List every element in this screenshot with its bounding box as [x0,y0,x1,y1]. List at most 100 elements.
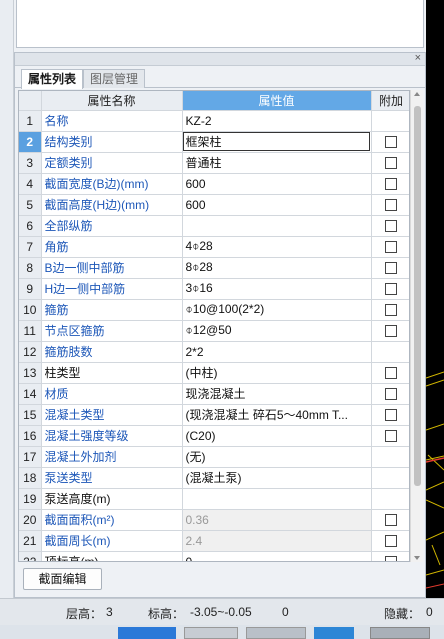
property-value[interactable]: ⌽10@100(2*2) [182,299,372,321]
scroll-down-icon[interactable] [414,556,420,560]
taskbar-app-icon[interactable] [246,627,306,639]
table-row[interactable]: 12 箍筋肢数 2*2 [19,341,409,363]
attach-checkbox[interactable] [385,157,397,170]
attach-checkbox[interactable] [385,409,397,422]
attach-checkbox[interactable] [385,388,397,401]
property-value[interactable] [182,488,372,510]
table-row[interactable]: 11 节点区箍筋 ⌽12@50 [19,320,409,342]
property-value[interactable]: 2.4 [182,530,372,552]
taskbar-app-icon[interactable] [184,627,238,639]
property-value[interactable]: KZ-2 [182,110,372,132]
row-number: 7 [19,236,42,258]
property-name: 混凝土强度等级 [41,425,183,447]
attach-checkbox[interactable] [385,367,397,380]
property-value[interactable]: 3⌽16 [182,278,372,300]
property-value[interactable]: (混凝土泵) [182,467,372,489]
taskbar-app-icon[interactable] [370,627,430,639]
property-value[interactable]: 2*2 [182,341,372,363]
property-value[interactable]: 600 [182,194,372,216]
table-row[interactable]: 9 H边一侧中部筋 3⌽16 [19,278,409,300]
attach-checkbox[interactable] [385,220,397,233]
property-value[interactable]: 普通柱 [182,152,372,174]
attach-checkbox[interactable] [385,325,397,338]
attach-checkbox[interactable] [385,178,397,191]
table-row[interactable]: 18 泵送类型 (混凝土泵) [19,467,409,489]
attach-checkbox[interactable] [385,136,397,149]
property-value[interactable]: 现浇混凝土 [182,383,372,405]
property-name: 混凝土类型 [41,404,183,426]
table-row[interactable]: 21 截面周长(m) 2.4 [19,530,409,552]
scroll-up-icon[interactable] [414,92,420,96]
property-value[interactable]: 0.36 [182,509,372,531]
table-row[interactable]: 10 箍筋 ⌽10@100(2*2) [19,299,409,321]
row-number: 9 [19,278,42,300]
attach-cell [371,278,409,300]
row-number: 22 [19,551,42,561]
property-name: 全部纵筋 [41,215,183,237]
name-column-header[interactable]: 属性名称 [41,91,183,111]
property-name: 泵送高度(m) [41,488,183,510]
taskbar-app-icon[interactable] [314,627,354,639]
table-row[interactable]: 14 材质 现浇混凝土 [19,383,409,405]
property-value[interactable]: 600 [182,173,372,195]
attach-checkbox[interactable] [385,535,397,548]
property-value[interactable]: 框架柱 [182,131,372,153]
table-row[interactable]: 15 混凝土类型 (现浇混凝土 碎石5～40mm T... [19,404,409,426]
property-name: 材质 [41,383,183,405]
property-value[interactable] [182,215,372,237]
property-value[interactable]: (无) [182,446,372,468]
attach-checkbox[interactable] [385,283,397,296]
attach-checkbox[interactable] [385,241,397,254]
table-row[interactable]: 17 混凝土外加剂 (无) [19,446,409,468]
property-value[interactable]: (C20) [182,425,372,447]
attach-cell [371,341,409,363]
attach-cell [371,530,409,552]
property-value[interactable]: ⌽12@50 [182,320,372,342]
table-row[interactable]: 2 结构类别 框架柱 [19,131,409,153]
left-strip [0,0,14,598]
table-row[interactable]: 8 B边一侧中部筋 8⌽28 [19,257,409,279]
taskbar-item-active[interactable] [118,627,176,639]
property-value[interactable]: 8⌽28 [182,257,372,279]
property-value[interactable]: (中柱) [182,362,372,384]
value-column-header[interactable]: 属性值 [182,91,372,111]
app-window: × 属性列表 图层管理 属性名称 属性值 附加 1 名称 KZ-2 2 结构类别… [0,0,444,639]
table-row[interactable]: 6 全部纵筋 [19,215,409,237]
attach-checkbox[interactable] [385,514,397,527]
property-value[interactable]: 0 [182,551,372,561]
attach-checkbox[interactable] [385,430,397,443]
table-row[interactable]: 13 柱类型 (中柱) [19,362,409,384]
close-icon[interactable]: × [415,52,421,64]
floor-height-label: 层高： [66,607,103,621]
table-row[interactable]: 1 名称 KZ-2 [19,110,409,132]
table-row[interactable]: 22 顶标高(m) 0 [19,551,409,561]
table-row[interactable]: 19 泵送高度(m) [19,488,409,510]
property-value[interactable]: 4⌽28 [182,236,372,258]
table-row[interactable]: 16 混凝土强度等级 (C20) [19,425,409,447]
attach-checkbox[interactable] [385,199,397,212]
floor-height-value: 3 [106,605,113,619]
table-body: 1 名称 KZ-2 2 结构类别 框架柱 3 定额类别 普通柱 4 截面宽度(B边)(mm) 600 5… [19,110,409,561]
attach-checkbox[interactable] [385,304,397,317]
property-name: H边一侧中部筋 [41,278,183,300]
cad-canvas[interactable] [425,0,444,598]
property-name: B边一侧中部筋 [41,257,183,279]
table-row[interactable]: 4 截面宽度(B边)(mm) 600 [19,173,409,195]
property-value[interactable]: (现浇混凝土 碎石5～40mm T... [182,404,372,426]
table-row[interactable]: 20 截面面积(m²) 0.36 [19,509,409,531]
tab-property-list[interactable]: 属性列表 [21,69,83,89]
scroll-thumb[interactable] [414,106,421,486]
row-number: 4 [19,173,42,195]
table-row[interactable]: 3 定额类别 普通柱 [19,152,409,174]
attach-checkbox[interactable] [385,262,397,275]
count-value: 0 [282,605,289,619]
row-number: 3 [19,152,42,174]
vertical-scrollbar[interactable] [410,90,423,562]
attach-checkbox[interactable] [385,556,397,561]
table-row[interactable]: 5 截面高度(H边)(mm) 600 [19,194,409,216]
row-number: 17 [19,446,42,468]
attach-column-header[interactable]: 附加 [371,91,409,111]
table-row[interactable]: 7 角筋 4⌽28 [19,236,409,258]
section-edit-button[interactable]: 截面编辑 [23,568,102,590]
tab-layer-manager[interactable]: 图层管理 [83,69,145,88]
